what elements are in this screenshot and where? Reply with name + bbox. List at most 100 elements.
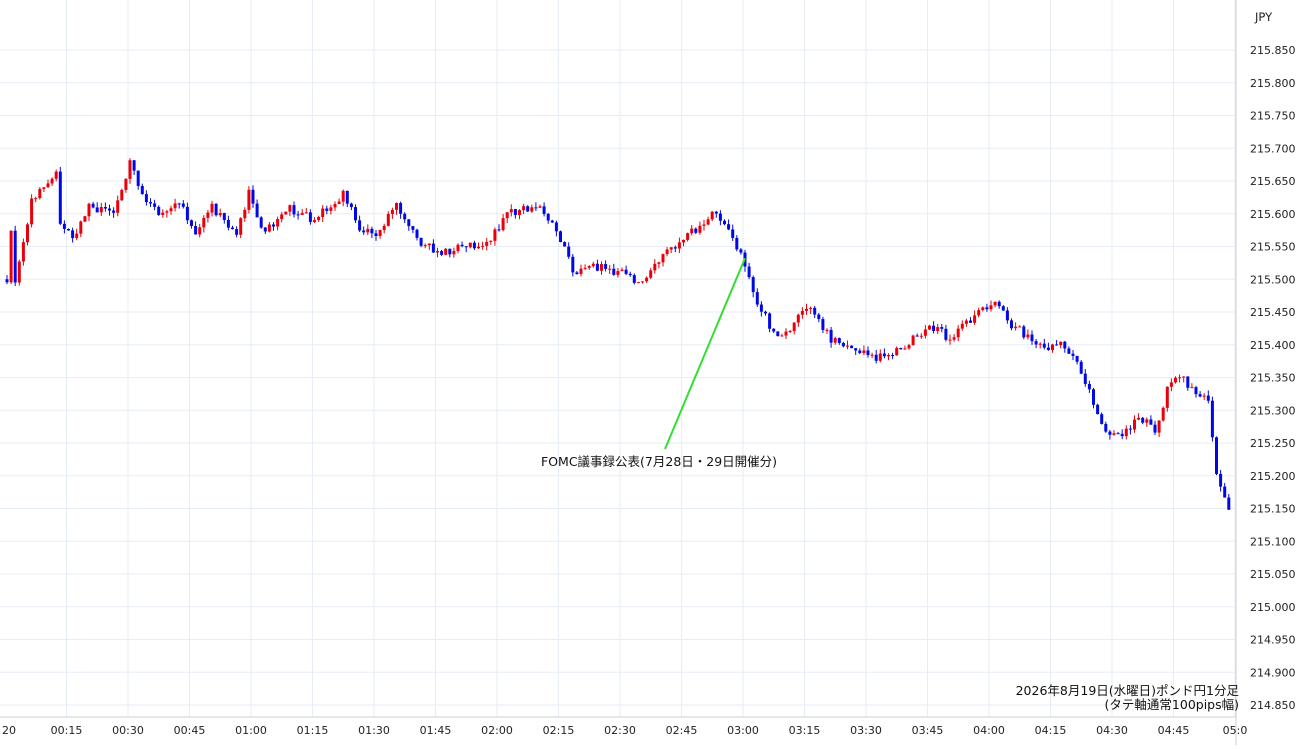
candle-body <box>878 353 882 361</box>
candle-body <box>321 208 325 217</box>
candle-body <box>452 251 456 255</box>
candle-body <box>13 230 17 283</box>
candle-body <box>559 231 562 243</box>
candle-body <box>46 183 50 188</box>
candle-body <box>296 214 300 216</box>
x-tick-label: 04:15 <box>1035 724 1067 737</box>
candle-body <box>731 229 735 238</box>
candle-body <box>1100 414 1104 424</box>
candle-body <box>907 345 911 349</box>
x-tick-label: 03:15 <box>789 724 821 737</box>
candle-body <box>444 248 448 255</box>
x-tick-label: 01:00 <box>235 724 267 737</box>
candle-body <box>858 350 862 354</box>
candle-body <box>1186 376 1190 388</box>
candle-body <box>723 220 726 225</box>
candle-body <box>464 246 468 248</box>
candle-body <box>497 229 501 231</box>
y-tick-label: 215.100 <box>1250 535 1296 548</box>
candle-body <box>915 335 919 337</box>
candle-body <box>1174 377 1177 383</box>
candle-body <box>370 228 374 234</box>
candle-body <box>612 268 616 275</box>
candle-body <box>899 347 903 350</box>
candle-body <box>595 263 599 271</box>
candlestick-chart: FOMC議事録公表(7月28日・29日開催分) JPY 215.850 215.8… <box>0 0 1300 745</box>
candle-body <box>624 269 628 274</box>
candle-body <box>833 338 837 343</box>
candle-body <box>583 267 587 269</box>
candle-body <box>1149 419 1153 425</box>
candle-body <box>657 262 661 264</box>
candle-body <box>1092 389 1095 405</box>
candle-body <box>1014 326 1018 329</box>
candle-body <box>1083 373 1087 384</box>
candle-body <box>702 224 706 226</box>
candle-body <box>780 335 784 337</box>
candle-body <box>1010 320 1013 329</box>
candle-body <box>210 203 214 213</box>
candle-body <box>1194 387 1198 395</box>
candle-body <box>30 198 34 225</box>
x-tick-label: 03:45 <box>912 724 944 737</box>
candle-body <box>784 331 788 336</box>
candle-body <box>805 308 808 311</box>
candle-body <box>526 206 530 212</box>
candle-body <box>185 206 189 221</box>
candle-body <box>690 228 694 234</box>
candle-body <box>251 189 255 204</box>
candle-body <box>304 212 308 214</box>
candle-body <box>682 239 685 243</box>
candle-body <box>837 338 841 343</box>
candle-body <box>628 273 632 276</box>
x-tick-label: 04:00 <box>973 724 1005 737</box>
candle-body <box>386 213 390 226</box>
candle-body <box>1026 334 1030 338</box>
candle-body <box>550 220 554 223</box>
candle-body <box>116 200 120 213</box>
candle-body <box>1202 395 1206 397</box>
candle-body <box>407 219 411 227</box>
candle-body <box>796 314 800 323</box>
candle-body <box>513 209 517 215</box>
candle-body <box>505 212 509 219</box>
candle-body <box>911 335 915 346</box>
candle-body <box>997 301 1001 307</box>
candle-body <box>120 189 124 201</box>
candle-body <box>1051 344 1054 350</box>
candle-body <box>440 251 444 255</box>
candle-body <box>71 230 75 239</box>
candle-body <box>87 203 91 217</box>
candle-body <box>1141 417 1145 423</box>
candle-body <box>1215 437 1218 474</box>
candle-body <box>190 220 193 226</box>
candle-body <box>989 305 993 310</box>
y-tick-label: 215.200 <box>1250 470 1296 483</box>
candle-body <box>95 207 99 213</box>
candle-body <box>518 210 521 215</box>
candle-body <box>969 320 972 323</box>
candle-body <box>645 277 649 282</box>
x-tick-label: 02:30 <box>604 724 636 737</box>
candle-body <box>1157 420 1161 433</box>
candle-body <box>202 217 206 228</box>
candle-body <box>1206 395 1210 401</box>
candle-body <box>1124 428 1128 437</box>
candle-body <box>345 190 349 204</box>
candle-body <box>395 203 398 210</box>
chart-area: FOMC議事録公表(7月28日・29日開催分) JPY 215.850 215.8… <box>0 0 1300 745</box>
y-tick-label: 215.050 <box>1250 568 1296 581</box>
candle-body <box>608 268 612 270</box>
candle-body <box>226 219 230 228</box>
candle-body <box>403 213 407 220</box>
candle-body <box>1198 394 1202 397</box>
candle-body <box>772 328 776 332</box>
candle-body <box>923 329 927 336</box>
candle-body <box>136 170 140 186</box>
x-tick-label: 01:45 <box>420 724 452 737</box>
candle-body <box>641 281 644 283</box>
candle-body <box>669 247 673 250</box>
candle-body <box>694 228 698 233</box>
candle-body <box>108 208 111 211</box>
x-tick-label: 00:45 <box>174 724 206 737</box>
